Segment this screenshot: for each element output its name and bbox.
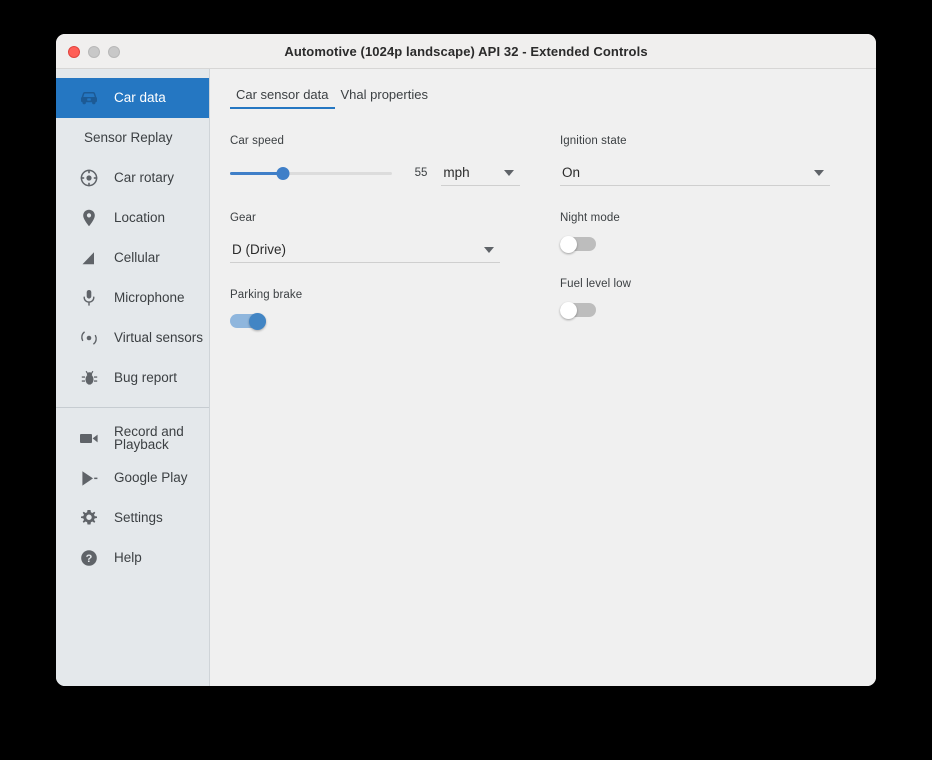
svg-text:?: ? (86, 553, 93, 565)
sidebar-item-label: Google Play (114, 471, 188, 485)
sidebar-item-settings[interactable]: Settings (56, 498, 209, 538)
sidebar-item-label: Location (114, 211, 165, 225)
video-camera-icon (78, 428, 100, 448)
sidebar-item-help[interactable]: ? Help (56, 538, 209, 578)
toggle-knob (560, 236, 577, 253)
window-title: Automotive (1024p landscape) API 32 - Ex… (56, 44, 876, 59)
cellular-signal-icon (78, 248, 100, 268)
chevron-down-icon (484, 247, 494, 253)
car-speed-field: Car speed 55 mph (230, 135, 520, 186)
sidebar-item-label: Cellular (114, 251, 160, 265)
slider-thumb[interactable] (277, 167, 290, 180)
sidebar-item-cellular[interactable]: Cellular (56, 238, 209, 278)
chevron-down-icon (814, 170, 824, 176)
bug-icon (78, 368, 100, 388)
virtual-sensors-icon (78, 328, 100, 348)
gear-label: Gear (230, 212, 520, 224)
window-body: Car data Sensor Replay Car rotary (56, 69, 876, 686)
parking-brake-label: Parking brake (230, 289, 520, 301)
google-play-icon (78, 468, 100, 488)
close-window-button[interactable] (68, 46, 80, 58)
sidebar-item-label: Settings (114, 511, 163, 525)
sidebar-item-label: Car data (114, 91, 166, 105)
car-icon (78, 88, 100, 108)
window-controls (68, 34, 120, 69)
ignition-state-value: On (560, 165, 580, 180)
sidebar-item-label: Bug report (114, 371, 177, 385)
tab-bar: Car sensor data Vhal properties (230, 87, 850, 109)
sidebar-item-label: Virtual sensors (114, 331, 203, 345)
parking-brake-toggle[interactable] (230, 313, 266, 329)
sidebar-item-microphone[interactable]: Microphone (56, 278, 209, 318)
sidebar-item-virtual-sensors[interactable]: Virtual sensors (56, 318, 209, 358)
fuel-level-low-label: Fuel level low (560, 278, 850, 290)
gear-value: D (Drive) (230, 242, 286, 257)
ignition-state-select[interactable]: On (560, 159, 830, 186)
sidebar-item-label: Car rotary (114, 171, 174, 185)
fuel-level-low-field: Fuel level low (560, 278, 850, 318)
sidebar-item-label: Help (114, 551, 142, 565)
sidebar-item-label: Microphone (114, 291, 185, 305)
car-speed-unit-value: mph (441, 165, 469, 180)
ignition-state-field: Ignition state On (560, 135, 850, 186)
toggle-knob (249, 313, 266, 330)
gear-field: Gear D (Drive) (230, 212, 520, 263)
car-speed-value: 55 (400, 167, 427, 179)
main-content: Car sensor data Vhal properties Car spee… (210, 69, 876, 686)
maximize-window-button[interactable] (108, 46, 120, 58)
night-mode-field: Night mode (560, 212, 850, 252)
location-pin-icon (78, 208, 100, 228)
sidebar-item-label: Sensor Replay (84, 131, 173, 145)
tab-label: Car sensor data (236, 87, 329, 102)
sidebar-item-car-data[interactable]: Car data (56, 78, 209, 118)
microphone-icon (78, 288, 100, 308)
tab-label: Vhal properties (341, 87, 428, 102)
left-column: Car speed 55 mph (230, 135, 520, 355)
night-mode-toggle[interactable] (560, 236, 596, 252)
sidebar-item-sensor-replay[interactable]: Sensor Replay (56, 118, 209, 158)
sidebar-item-label: Record and Playback (114, 425, 209, 452)
chevron-down-icon (504, 170, 514, 176)
car-speed-slider[interactable] (230, 164, 392, 182)
settings-columns: Car speed 55 mph (230, 135, 850, 355)
car-speed-unit-select[interactable]: mph (441, 159, 520, 186)
fuel-level-low-toggle[interactable] (560, 302, 596, 318)
car-speed-label: Car speed (230, 135, 520, 147)
help-circle-icon: ? (78, 548, 100, 568)
tab-car-sensor-data[interactable]: Car sensor data (230, 87, 335, 109)
tab-vhal-properties[interactable]: Vhal properties (335, 87, 434, 109)
ignition-state-label: Ignition state (560, 135, 850, 147)
gear-select[interactable]: D (Drive) (230, 236, 500, 263)
night-mode-label: Night mode (560, 212, 850, 224)
extended-controls-window: Automotive (1024p landscape) API 32 - Ex… (56, 34, 876, 686)
right-column: Ignition state On Night mode (560, 135, 850, 355)
car-speed-row: 55 mph (230, 159, 520, 186)
sidebar-item-location[interactable]: Location (56, 198, 209, 238)
minimize-window-button[interactable] (88, 46, 100, 58)
sidebar: Car data Sensor Replay Car rotary (56, 69, 210, 686)
gear-icon (78, 508, 100, 528)
parking-brake-field: Parking brake (230, 289, 520, 329)
sidebar-item-bug-report[interactable]: Bug report (56, 358, 209, 398)
rotary-icon (78, 168, 100, 188)
slider-fill (230, 172, 283, 175)
sidebar-item-google-play[interactable]: Google Play (56, 458, 209, 498)
toggle-knob (560, 302, 577, 319)
title-bar: Automotive (1024p landscape) API 32 - Ex… (56, 34, 876, 69)
sidebar-divider (56, 407, 209, 408)
sidebar-item-car-rotary[interactable]: Car rotary (56, 158, 209, 198)
sidebar-item-record-and-playback[interactable]: Record and Playback (56, 418, 209, 458)
